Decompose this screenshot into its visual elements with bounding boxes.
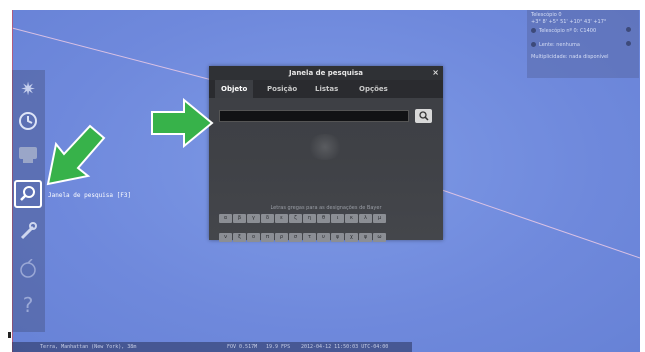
greek-key[interactable]: λ — [359, 214, 372, 223]
search-window-tabs: Objeto Posição Listas Opções — [209, 80, 443, 98]
greek-key[interactable]: ρ — [275, 233, 288, 242]
greek-key[interactable]: γ — [247, 214, 260, 223]
greek-key[interactable]: ι — [331, 214, 344, 223]
status-location: Terra, Manhattan (New York), 38m — [40, 344, 137, 350]
lens-row[interactable]: Lente: nenhuma — [531, 42, 580, 48]
greek-key[interactable]: ν — [219, 233, 232, 242]
greek-letter-keyboard: αβγδεζηθικλμνξοπρστυφχψω — [219, 214, 435, 252]
greek-key[interactable]: β — [233, 214, 246, 223]
greek-key[interactable]: η — [303, 214, 316, 223]
help-icon[interactable]: ? — [15, 292, 41, 318]
bullet-icon — [531, 42, 536, 47]
corner-marker — [8, 332, 11, 338]
telescope-row[interactable]: Telescópio nº 0: C1400 — [531, 28, 596, 34]
telescope-label: Telescópio nº 0: C1400 — [539, 28, 597, 34]
greek-key[interactable]: θ — [317, 214, 330, 223]
info-line-2: +3° 8' +5° 51' +10° 43' +17° — [531, 19, 607, 25]
tab-objeto[interactable]: Objeto — [215, 80, 254, 98]
greek-key[interactable]: δ — [261, 214, 274, 223]
close-icon[interactable]: × — [432, 66, 439, 80]
greek-key[interactable]: τ — [303, 233, 316, 242]
greek-key-row: αβγδεζηθικλμ — [219, 214, 435, 233]
greek-key[interactable]: α — [219, 214, 232, 223]
sun-settings-icon[interactable]: ✷ — [15, 76, 41, 102]
tab-listas[interactable]: Listas — [315, 80, 338, 98]
greek-key[interactable]: σ — [289, 233, 302, 242]
left-toolbar: ✷ ? — [12, 70, 45, 332]
search-window-titlebar[interactable]: Janela de pesquisa × — [209, 66, 443, 80]
greek-key[interactable]: χ — [345, 233, 358, 242]
search-icon[interactable] — [14, 180, 42, 208]
sky-display-icon[interactable] — [15, 142, 41, 168]
greek-key[interactable]: ξ — [233, 233, 246, 242]
toolbar-tooltip: Janela de pesquisa [F3] — [48, 192, 132, 199]
tab-opcoes[interactable]: Opções — [359, 80, 388, 98]
tab-posicao[interactable]: Posição — [267, 80, 297, 98]
arrow-pointing-input — [151, 98, 214, 148]
greek-key-row: νξοπρστυφχψω — [219, 233, 435, 252]
lens-label: Lente: nenhuma — [539, 42, 580, 48]
status-fps: 19.9 FPS — [266, 344, 291, 350]
greek-key[interactable]: π — [261, 233, 274, 242]
toggle-next-icon[interactable] — [626, 41, 631, 46]
tools-icon[interactable] — [15, 218, 41, 244]
greek-key[interactable]: φ — [331, 233, 344, 242]
clock-icon[interactable] — [15, 108, 41, 134]
greek-key[interactable]: ζ — [289, 214, 302, 223]
status-fov: FOV 0.517M — [227, 344, 258, 350]
target-glow — [307, 134, 343, 160]
greek-key[interactable]: ω — [373, 233, 386, 242]
status-bar: Terra, Manhattan (New York), 38m FOV 0.5… — [12, 342, 412, 352]
greek-key[interactable]: υ — [317, 233, 330, 242]
search-window: Janela de pesquisa × Objeto Posição List… — [209, 66, 443, 242]
magnifier-icon — [418, 111, 429, 121]
arrow-pointing-search-button — [46, 124, 106, 186]
bullet-icon — [531, 28, 536, 33]
search-window-title: Janela de pesquisa — [288, 69, 364, 77]
greek-key[interactable]: κ — [345, 214, 358, 223]
info-line-1: Telescópio 0 — [531, 12, 562, 18]
info-panel: Telescópio 0 +3° 8' +5° 51' +10° 43' +17… — [527, 10, 639, 78]
search-input[interactable] — [219, 110, 409, 122]
status-datetime: 2012-04-12 11:50:03 UTC-04:00 — [301, 344, 389, 350]
toggle-next-icon[interactable] — [626, 27, 631, 32]
search-button[interactable] — [415, 109, 432, 123]
greek-key[interactable]: μ — [373, 214, 386, 223]
greek-letters-hint: Letras gregas para as designações de Bay… — [270, 205, 382, 211]
greek-key[interactable]: ε — [275, 214, 288, 223]
greek-key[interactable]: ο — [247, 233, 260, 242]
multiplicity-label: Multiplicidade: nada disponível — [531, 54, 609, 60]
scope-icon[interactable] — [15, 256, 41, 282]
greek-key[interactable]: ψ — [359, 233, 372, 242]
